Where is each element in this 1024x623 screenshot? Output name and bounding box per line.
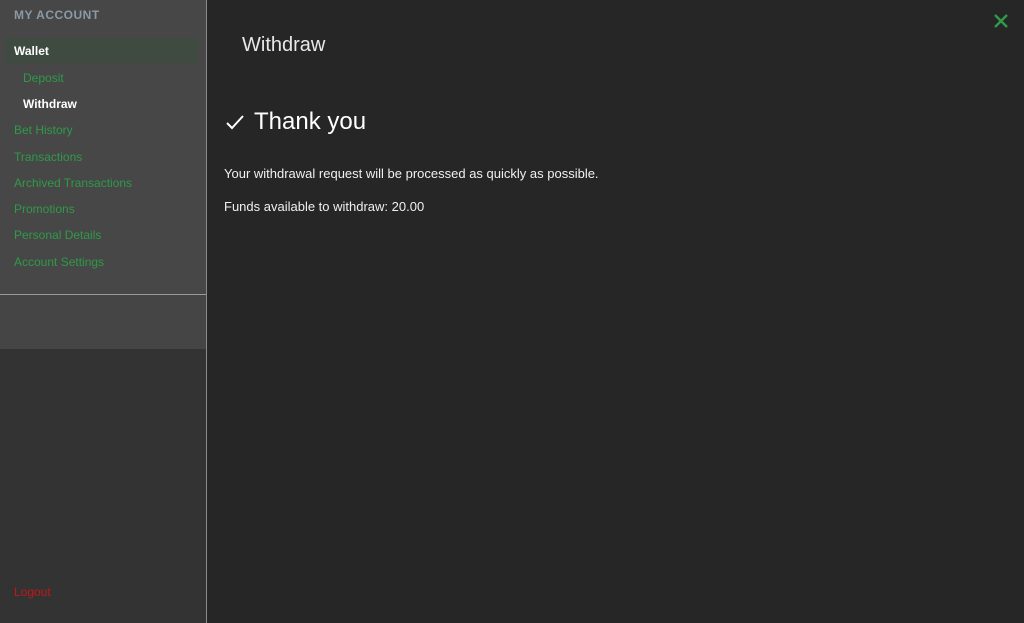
sidebar-item-promotions[interactable]: Promotions [14, 202, 75, 216]
sidebar-item-personal-details[interactable]: Personal Details [14, 228, 101, 242]
withdrawal-message: Your withdrawal request will be processe… [224, 166, 599, 181]
sidebar-item-deposit[interactable]: Deposit [23, 71, 64, 85]
checkmark-icon [226, 115, 244, 130]
sidebar-title: MY ACCOUNT [14, 8, 100, 22]
sidebar-item-account-settings[interactable]: Account Settings [14, 255, 104, 269]
sidebar-item-transactions[interactable]: Transactions [14, 150, 82, 164]
sidebar-item-bet-history[interactable]: Bet History [14, 123, 73, 137]
logout-link[interactable]: Logout [14, 585, 51, 599]
sidebar-item-archived-transactions[interactable]: Archived Transactions [14, 176, 132, 190]
funds-available: Funds available to withdraw: 20.00 [224, 199, 425, 214]
sidebar-nav-panel: MY ACCOUNT Wallet Deposit Withdraw Bet H… [0, 0, 206, 295]
close-button[interactable] [992, 12, 1010, 30]
sidebar: MY ACCOUNT Wallet Deposit Withdraw Bet H… [0, 0, 207, 623]
sidebar-item-withdraw[interactable]: Withdraw [23, 97, 77, 111]
thank-you-text: Thank you [254, 108, 367, 135]
sidebar-empty-block [0, 295, 206, 349]
thank-you-heading: Thank you [224, 108, 366, 136]
page-title: Withdraw [242, 34, 326, 56]
sidebar-item-wallet[interactable]: Wallet [14, 44, 49, 58]
close-icon [994, 14, 1008, 28]
